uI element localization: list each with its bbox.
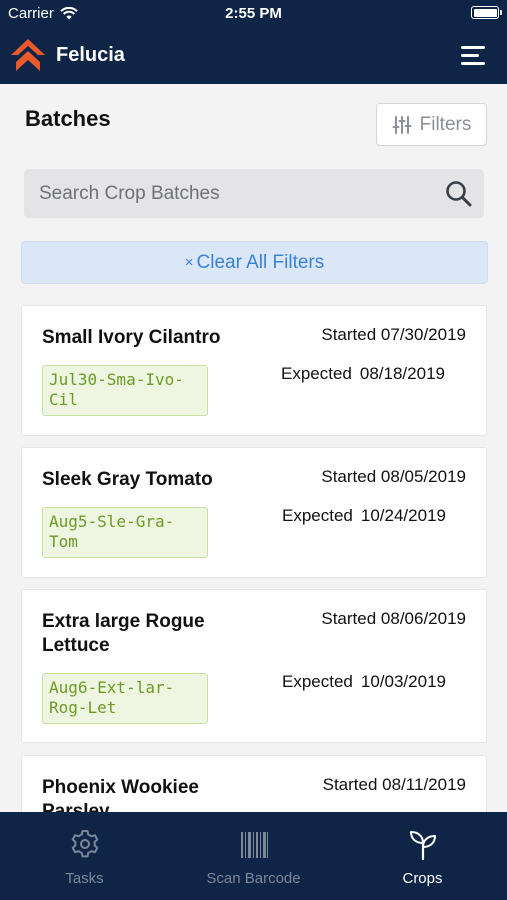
- batch-card[interactable]: Extra large Rogue Lettuce Aug6-Ext-lar- …: [21, 589, 487, 743]
- tab-label: Scan Barcode: [206, 870, 301, 887]
- sliders-icon: [392, 115, 412, 134]
- expected-label: Expected: [282, 506, 353, 525]
- crop-name: Phoenix Wookiee Parsley: [42, 777, 199, 812]
- started-date: Started 08/11/2019: [323, 775, 466, 795]
- batch-code-tag: Aug5-Sle-Gra- Tom: [42, 507, 208, 558]
- batch-code-tag: Jul30-Sma-Ivo- Cil: [42, 365, 208, 416]
- expected-label: Expected: [282, 672, 353, 691]
- filters-button[interactable]: Filters: [376, 103, 487, 146]
- crop-name: Extra large Rogue Lettuce: [42, 611, 205, 656]
- felucia-logo-icon: [11, 39, 45, 71]
- started-date: Started 07/30/2019: [321, 325, 466, 345]
- started-value: 08/05/2019: [380, 467, 466, 486]
- batch-code-line: Cil: [49, 390, 78, 409]
- app-header: Felucia: [0, 28, 507, 84]
- batch-card[interactable]: Sleek Gray Tomato Aug5-Sle-Gra- Tom Star…: [21, 447, 487, 578]
- batch-code-line: Jul30-Sma-Ivo-: [49, 370, 184, 389]
- crop-name: Sleek Gray Tomato: [42, 469, 213, 490]
- gear-icon: [71, 830, 98, 858]
- clear-x-icon: ×: [184, 254, 194, 271]
- clear-all-filters-button[interactable]: × Clear All Filters: [21, 241, 488, 284]
- brand[interactable]: Felucia: [10, 38, 125, 72]
- page-title: Batches: [25, 106, 111, 131]
- expected-value: 08/18/2019: [359, 364, 445, 383]
- bottom-tab-bar: Tasks Scan Barcode Crops: [0, 812, 507, 900]
- batch-code-line: Rog-Let: [49, 698, 117, 717]
- started-label: Started: [321, 609, 377, 628]
- batch-card[interactable]: Small Ivory Cilantro Jul30-Sma-Ivo- Cil …: [21, 305, 487, 436]
- batch-code-line: Aug5-Sle-Gra-: [49, 512, 175, 531]
- batch-code-line: Tom: [49, 532, 78, 551]
- barcode-icon: [240, 832, 268, 858]
- started-value: 08/06/2019: [380, 609, 466, 628]
- expected-label: Expected: [281, 364, 352, 383]
- tab-label: Crops: [402, 870, 443, 887]
- started-value: 08/11/2019: [382, 775, 466, 794]
- tab-scan-barcode[interactable]: Scan Barcode: [169, 812, 338, 900]
- sprout-icon: [409, 831, 436, 861]
- batch-code-line: Aug6-Ext-lar-: [49, 678, 175, 697]
- started-date: Started 08/05/2019: [321, 467, 466, 487]
- page-header: Batches Filters: [0, 84, 507, 164]
- search-icon[interactable]: [445, 180, 472, 207]
- search-bar: [24, 169, 484, 218]
- started-date: Started 08/06/2019: [321, 609, 466, 629]
- started-label: Started: [321, 325, 377, 344]
- expected-date: Expected 10/03/2019: [282, 672, 446, 692]
- tab-crops[interactable]: Crops: [338, 812, 507, 900]
- expected-value: 10/03/2019: [360, 672, 446, 691]
- started-value: 07/30/2019: [380, 325, 466, 344]
- search-input[interactable]: [24, 169, 434, 218]
- crop-name: Small Ivory Cilantro: [42, 327, 221, 348]
- started-label: Started: [322, 775, 378, 794]
- expected-value: 10/24/2019: [360, 506, 446, 525]
- tab-tasks[interactable]: Tasks: [0, 812, 169, 900]
- status-bar: Carrier 2:55 PM: [0, 0, 507, 28]
- hamburger-menu-icon[interactable]: [461, 46, 485, 66]
- expected-date: Expected 08/18/2019: [281, 364, 445, 384]
- main-content[interactable]: Batches Filters × Clear All Filters: [0, 84, 507, 812]
- app-name: Felucia: [56, 43, 125, 66]
- status-time: 2:55 PM: [225, 5, 282, 22]
- batch-card[interactable]: Phoenix Wookiee Parsley Started 08/11/20…: [21, 755, 487, 812]
- battery-icon: [471, 6, 502, 19]
- expected-date: Expected 10/24/2019: [282, 506, 446, 526]
- filters-button-label: Filters: [419, 113, 472, 135]
- batch-code-tag: Aug6-Ext-lar- Rog-Let: [42, 673, 208, 724]
- clear-all-filters-label: Clear All Filters: [196, 251, 325, 273]
- started-label: Started: [321, 467, 377, 486]
- tab-label: Tasks: [65, 870, 104, 887]
